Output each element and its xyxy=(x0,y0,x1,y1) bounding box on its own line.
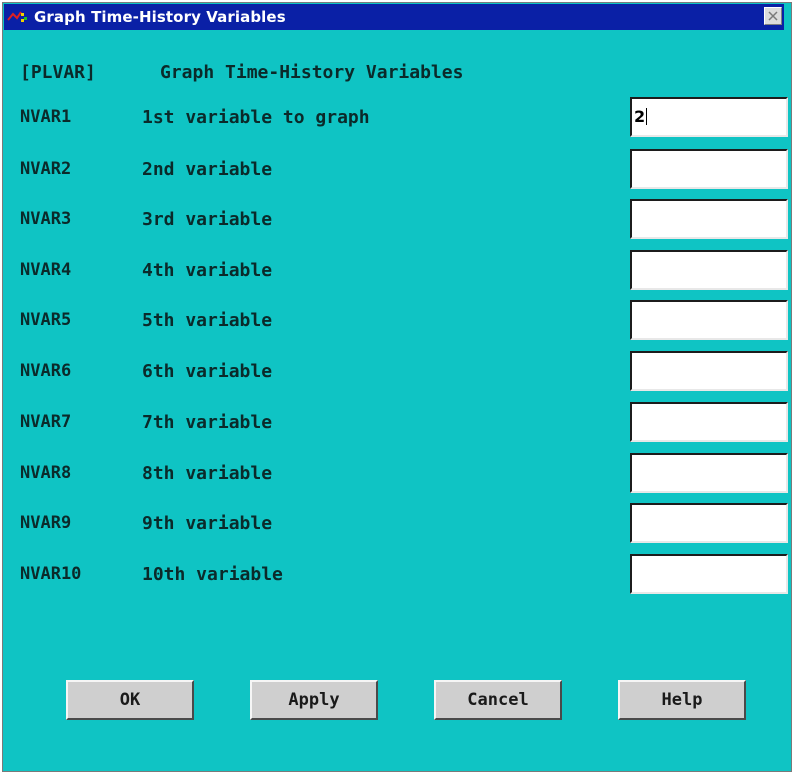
field-label: 2nd variable xyxy=(142,159,273,180)
nvar4-input[interactable] xyxy=(630,250,788,290)
field-row-nvar2: NVAR2 2nd variable xyxy=(20,149,790,189)
field-row-nvar1: NVAR1 1st variable to graph 2 xyxy=(20,97,790,137)
nvar7-input[interactable] xyxy=(630,402,788,442)
field-code: NVAR5 xyxy=(20,310,72,330)
nvar10-input[interactable] xyxy=(630,554,788,594)
nvar3-input[interactable] xyxy=(630,199,788,239)
command-code: [PLVAR] xyxy=(20,62,96,83)
field-label: 9th variable xyxy=(142,513,273,534)
field-code: NVAR7 xyxy=(20,412,72,432)
field-label: 7th variable xyxy=(142,412,273,433)
close-icon xyxy=(768,11,778,21)
field-code: NVAR1 xyxy=(20,107,72,127)
field-row-nvar5: NVAR5 5th variable xyxy=(20,300,790,340)
app-icon xyxy=(4,9,32,25)
nvar9-input[interactable] xyxy=(630,503,788,543)
field-code: NVAR8 xyxy=(20,463,72,483)
field-row-nvar3: NVAR3 3rd variable xyxy=(20,199,790,239)
field-label: 10th variable xyxy=(142,564,283,585)
field-row-nvar8: NVAR8 8th variable xyxy=(20,453,790,493)
nvar5-input[interactable] xyxy=(630,300,788,340)
apply-button[interactable]: Apply xyxy=(250,680,378,720)
field-row-nvar6: NVAR6 6th variable xyxy=(20,351,790,391)
nvar2-input[interactable] xyxy=(630,149,788,189)
field-row-nvar9: NVAR9 9th variable xyxy=(20,503,790,543)
window-title: Graph Time-History Variables xyxy=(34,8,286,26)
field-row-nvar7: NVAR7 7th variable xyxy=(20,402,790,442)
field-label: 1st variable to graph xyxy=(142,107,370,128)
title-bar[interactable]: Graph Time-History Variables xyxy=(4,4,784,30)
field-label: 4th variable xyxy=(142,260,273,281)
field-label: 6th variable xyxy=(142,361,273,382)
command-header: [PLVAR] Graph Time-History Variables xyxy=(20,62,463,83)
field-label: 3rd variable xyxy=(142,209,273,230)
command-description: Graph Time-History Variables xyxy=(160,62,464,83)
field-code: NVAR4 xyxy=(20,260,72,280)
field-code: NVAR3 xyxy=(20,209,72,229)
field-code: NVAR2 xyxy=(20,159,72,179)
nvar8-input[interactable] xyxy=(630,453,788,493)
field-label: 5th variable xyxy=(142,310,273,331)
nvar6-input[interactable] xyxy=(630,351,788,391)
field-value: 2 xyxy=(634,107,646,126)
field-code: NVAR6 xyxy=(20,361,72,381)
cancel-button[interactable]: Cancel xyxy=(434,680,562,720)
ok-button[interactable]: OK xyxy=(66,680,194,720)
field-code: NVAR10 xyxy=(20,564,82,584)
field-row-nvar10: NVAR10 10th variable xyxy=(20,554,790,594)
field-row-nvar4: NVAR4 4th variable xyxy=(20,250,790,290)
field-label: 8th variable xyxy=(142,463,273,484)
nvar1-input[interactable]: 2 xyxy=(630,97,788,137)
help-button[interactable]: Help xyxy=(618,680,746,720)
field-code: NVAR9 xyxy=(20,513,72,533)
text-caret xyxy=(646,108,648,125)
close-button[interactable] xyxy=(764,7,782,25)
